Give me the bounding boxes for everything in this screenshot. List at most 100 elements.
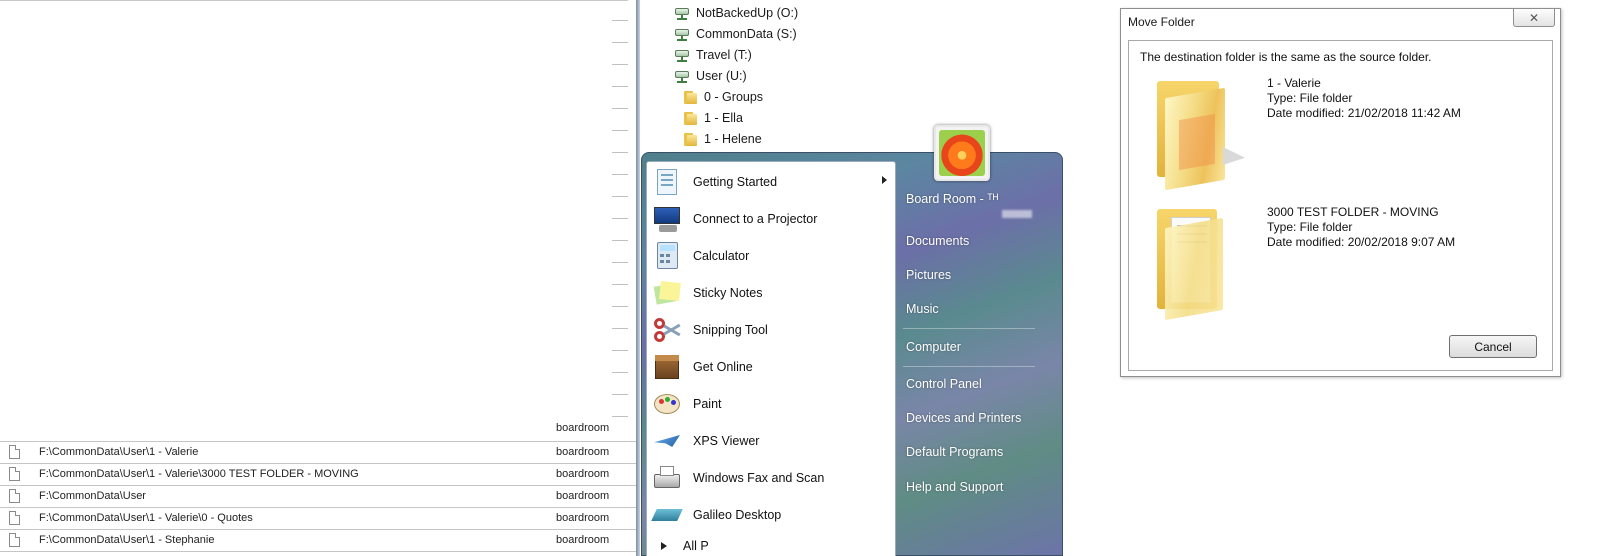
path-cell: F:\CommonData\User\1 - Stephanie <box>39 534 215 546</box>
tree-item-drive[interactable]: CommonData (S:) <box>674 24 797 44</box>
tree-item-label: Travel (T:) <box>696 48 752 62</box>
program-label: Sticky Notes <box>693 286 763 300</box>
user-picture[interactable] <box>934 125 990 181</box>
play-arrow-icon <box>661 542 667 550</box>
table-row[interactable]: F:\CommonData\User\1 - Valerie boardroom <box>0 441 640 463</box>
owner-cell: boardroom <box>556 422 610 434</box>
network-drive-icon <box>674 48 690 62</box>
program-label: Calculator <box>693 249 750 263</box>
dialog-titlebar[interactable]: Move Folder ✕ <box>1121 9 1560 34</box>
start-menu: Getting Started Connect to a Projector C… <box>641 125 1063 556</box>
gutter-line <box>612 86 628 87</box>
network-drive-icon <box>674 6 690 20</box>
program-snipping-tool[interactable]: Snipping Tool <box>651 312 895 348</box>
start-item-pictures[interactable]: Pictures <box>906 268 951 288</box>
start-item-help-support[interactable]: Help and Support <box>906 480 1003 500</box>
tree-item-folder[interactable]: 1 - Helene <box>684 129 762 149</box>
tree-item-folder[interactable]: 0 - Groups <box>684 87 763 107</box>
program-getting-started[interactable]: Getting Started <box>651 164 895 200</box>
program-paint[interactable]: Paint <box>651 386 895 422</box>
file-icon <box>9 511 20 525</box>
user-name-link[interactable]: Board Room - ᵀᴴ <box>906 192 998 212</box>
start-menu-programs: Getting Started Connect to a Projector C… <box>646 161 896 556</box>
gutter-line <box>612 350 628 351</box>
program-galileo-desktop[interactable]: Galileo Desktop <box>651 497 895 533</box>
close-button[interactable]: ✕ <box>1513 9 1555 27</box>
palette-icon <box>651 388 683 420</box>
start-item-music[interactable]: Music <box>906 302 939 322</box>
cancel-button[interactable]: Cancel <box>1449 335 1537 358</box>
table-row[interactable]: F:\CommonData\User\1 - Stephanie boardro… <box>0 529 640 551</box>
start-item-computer[interactable]: Computer <box>906 340 961 360</box>
table-row[interactable]: F:\CommonData\User\1 - Valerie\0 - Quote… <box>0 507 640 529</box>
destination-folder-entry: 3000 TEST FOLDER - MOVING Type: File fol… <box>1129 203 1549 333</box>
gutter-line <box>612 42 628 43</box>
start-item-documents[interactable]: Documents <box>906 234 969 254</box>
dialog-message: The destination folder is the same as th… <box>1140 50 1432 64</box>
program-label: Galileo Desktop <box>693 508 782 522</box>
program-xps-viewer[interactable]: XPS Viewer <box>651 423 895 459</box>
gutter-line <box>612 152 628 153</box>
gutter-line <box>612 372 628 373</box>
folder-type: Type: File folder <box>1267 91 1353 105</box>
window-border <box>636 0 640 556</box>
tree-item-label: 1 - Ella <box>704 111 743 125</box>
gutter-line <box>612 108 628 109</box>
table-row[interactable]: F:\CommonData\User\1 - Valerie\3000 TEST… <box>0 463 640 485</box>
program-label: Connect to a Projector <box>693 212 818 226</box>
program-label: Paint <box>693 397 722 411</box>
gutter-line <box>612 64 628 65</box>
scissors-icon <box>651 314 683 346</box>
path-cell: F:\CommonData\User <box>39 490 146 502</box>
tree-item-drive[interactable]: NotBackedUp (O:) <box>674 3 798 23</box>
program-label: All P <box>683 539 709 553</box>
gutter-line <box>612 218 628 219</box>
tree-item-label: 0 - Groups <box>704 90 764 104</box>
gutter-line <box>612 394 628 395</box>
flower-image <box>939 130 985 176</box>
start-item-devices-printers[interactable]: Devices and Printers <box>906 411 1021 431</box>
program-label: XPS Viewer <box>693 434 760 448</box>
folder-date: Date modified: 20/02/2018 9:07 AM <box>1267 235 1456 249</box>
close-icon: ✕ <box>1528 10 1540 25</box>
calculator-icon <box>651 240 683 272</box>
box-icon <box>651 351 683 383</box>
path-cell: F:\CommonData\User\1 - Valerie\3000 TEST… <box>39 468 359 480</box>
source-folder-info: 1 - Valerie Type: File folder Date modif… <box>1267 76 1461 121</box>
dialog-title: Move Folder <box>1128 15 1195 29</box>
tree-item-label: 1 - Helene <box>704 132 762 146</box>
dialog-content: The destination folder is the same as th… <box>1128 40 1553 371</box>
tree-item-drive[interactable]: Travel (T:) <box>674 45 752 65</box>
top-divider <box>0 0 628 1</box>
projector-icon <box>651 203 683 235</box>
owner-cell: boardroom <box>556 512 610 524</box>
file-icon <box>9 489 20 503</box>
gutter-line <box>612 196 628 197</box>
owner-cell: boardroom <box>556 468 610 480</box>
program-calculator[interactable]: Calculator <box>651 238 895 274</box>
program-connect-projector[interactable]: Connect to a Projector <box>651 201 895 237</box>
program-label: Getting Started <box>693 175 778 189</box>
tree-item-label: User (U:) <box>696 69 747 83</box>
gutter-line <box>612 130 628 131</box>
all-programs-item[interactable]: All P <box>651 534 895 556</box>
gutter-line <box>612 20 628 21</box>
menu-separator <box>903 328 1035 329</box>
sticky-notes-icon <box>651 277 683 309</box>
program-windows-fax-scan[interactable]: Windows Fax and Scan <box>651 460 895 496</box>
file-icon <box>9 533 20 547</box>
gutter-line <box>612 240 628 241</box>
table-row[interactable]: F:\CommonData\User boardroom <box>0 485 640 507</box>
tree-item-drive[interactable]: User (U:) <box>674 66 747 86</box>
start-item-default-programs[interactable]: Default Programs <box>906 445 1003 465</box>
program-sticky-notes[interactable]: Sticky Notes <box>651 275 895 311</box>
program-get-online[interactable]: Get Online <box>651 349 895 385</box>
folder-type: Type: File folder <box>1267 220 1353 234</box>
tree-item-folder[interactable]: 1 - Ella <box>684 108 743 128</box>
folder-name: 1 - Valerie <box>1267 76 1321 90</box>
folder-icon <box>1149 203 1245 323</box>
owner-cell: boardroom <box>556 534 610 546</box>
gutter-line <box>612 174 628 175</box>
start-item-control-panel[interactable]: Control Panel <box>906 377 982 397</box>
folder-name: 3000 TEST FOLDER - MOVING <box>1267 205 1439 219</box>
